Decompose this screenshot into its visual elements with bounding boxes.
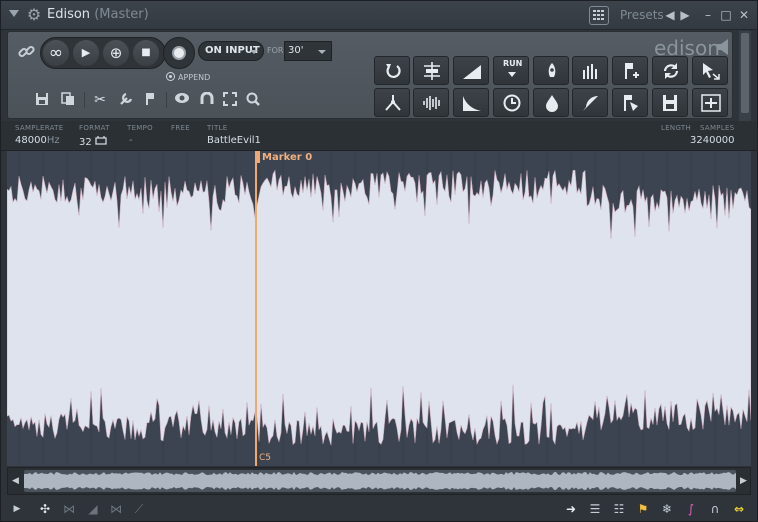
send-to-playlist-button[interactable] (692, 88, 728, 117)
stretch-icon[interactable]: ⇔ (731, 500, 747, 518)
window-title: Edison (Master) (47, 7, 149, 22)
title-bar[interactable]: ⚙ Edison (Master) Presets ◀ ▶ – □ ✕ (1, 1, 757, 30)
snowflake-icon[interactable]: ❄ (659, 500, 675, 518)
gear-icon[interactable]: ⚙ (25, 6, 43, 24)
preset-prev-button[interactable]: ◀ (663, 6, 677, 24)
snap-icon[interactable]: ✣ (37, 500, 53, 518)
noise-button[interactable] (413, 88, 449, 117)
play-selection-icon[interactable]: ▶ (9, 500, 25, 518)
samples-label: SAMPLES (700, 124, 735, 132)
clock-button[interactable] (493, 88, 529, 117)
list-icon[interactable]: ☷ (611, 500, 627, 518)
scroll-right-button[interactable]: ▶ (740, 476, 747, 486)
preset-next-button[interactable]: ▶ (678, 6, 692, 24)
for-label: FOR (267, 46, 284, 55)
radio-icon (166, 72, 175, 81)
play-button[interactable]: ▶ (73, 40, 99, 66)
marker-line[interactable] (255, 151, 257, 466)
copy-icon[interactable] (58, 90, 78, 110)
waveform-view[interactable]: Marker 0 C5 (7, 151, 751, 466)
marker-head[interactable] (255, 151, 260, 163)
append-radio[interactable]: APPEND (166, 72, 210, 82)
trim-icon[interactable]: ⋈ (61, 500, 77, 518)
transport-group: ∞ ▶ ⊕ ■ (40, 37, 166, 69)
waveform-shape (7, 169, 751, 446)
drag-button[interactable] (692, 56, 728, 85)
loop-refresh-button[interactable] (652, 56, 688, 85)
divider (166, 92, 167, 108)
record-button[interactable] (163, 37, 195, 69)
fade-out-button[interactable] (453, 88, 489, 117)
scroll-left-button[interactable]: ◀ (12, 476, 19, 486)
marker-flag-icon[interactable]: ⚑ (635, 500, 651, 518)
panel-scrollbar[interactable] (739, 31, 751, 121)
speaker-icon (716, 38, 730, 56)
marker-note: C5 (259, 453, 272, 463)
loop-button[interactable]: ∞ (43, 40, 69, 66)
stop-button[interactable]: ■ (133, 40, 159, 66)
presets-browser-icon[interactable] (589, 6, 609, 25)
zoom-fit-icon[interactable] (220, 90, 240, 110)
blur-button[interactable] (374, 88, 410, 117)
format-icon (95, 136, 107, 145)
undo-button[interactable] (374, 56, 410, 85)
maximize-button[interactable]: □ (719, 6, 733, 24)
fade-icon[interactable]: ◢ (85, 500, 101, 518)
magnet-icon[interactable] (197, 90, 217, 110)
record-trigger-select[interactable]: ON INPUT (198, 41, 264, 61)
flag-icon[interactable] (140, 90, 160, 110)
slice-button[interactable] (612, 88, 648, 117)
save-to-file-button[interactable] (652, 88, 688, 117)
feather-button[interactable] (572, 88, 608, 117)
envelope-icon[interactable]: ⟋ (131, 500, 147, 518)
overview-scrollbar[interactable]: ◀ ▶ (7, 467, 751, 495)
samplerate-value[interactable]: 48000Hz (15, 135, 60, 146)
bottom-toolbar: ▶ ✣ ⋈ ◢ ⋈ ⟋ ➜ ☰ ☷ ⚑ ❄ ∫ ∩ ⇔ (1, 497, 757, 521)
samplerate-label: SAMPLERATE (15, 124, 64, 132)
arrow-right-icon[interactable]: ➜ (563, 500, 579, 518)
wrench-icon[interactable] (116, 90, 136, 110)
run-button[interactable]: RUN (493, 56, 529, 85)
scissors-icon[interactable]: ✂ (90, 90, 110, 110)
record-mode-button[interactable]: ⊕ (103, 40, 129, 66)
presets-label[interactable]: Presets (620, 8, 664, 22)
free-label: FREE (171, 124, 190, 132)
close-button[interactable]: ✕ (737, 6, 751, 24)
info-bar: SAMPLERATE 48000Hz FORMAT 32 TEMPO - FRE… (1, 121, 757, 151)
samples-value: 3240000 (690, 135, 735, 146)
length-label: LENGTH (661, 124, 692, 132)
control-panel: ∞ ▶ ⊕ ■ ON INPUT FOR 30' APPEND ✂ edison… (7, 31, 733, 119)
headphones-icon[interactable]: ∩ (707, 500, 723, 518)
curve-icon[interactable]: ∫ (683, 500, 699, 518)
fade-in-button[interactable] (453, 56, 489, 85)
eye-icon[interactable] (172, 90, 192, 110)
tempo-label: TEMPO (127, 124, 153, 132)
record-length-select[interactable]: 30' (284, 41, 332, 61)
add-marker-button[interactable] (612, 56, 648, 85)
minimize-button[interactable]: – (701, 6, 715, 24)
drop-button[interactable] (533, 88, 569, 117)
link-icon[interactable] (18, 43, 36, 61)
marker-label[interactable]: Marker 0 (262, 152, 312, 163)
split-icon[interactable]: ⋈ (108, 500, 124, 518)
overview-shape (24, 472, 736, 490)
title-value[interactable]: BattleEvil1 (207, 135, 261, 146)
menu-arrow-icon[interactable] (9, 10, 19, 17)
save-icon[interactable] (32, 90, 52, 110)
waveform-graphic (7, 151, 751, 466)
zoom-icon[interactable] (243, 90, 263, 110)
overview-waveform[interactable] (24, 470, 736, 492)
spectrum-button[interactable] (572, 56, 608, 85)
format-label: FORMAT (79, 124, 110, 132)
normalize-button[interactable] (413, 56, 449, 85)
tempo-value[interactable]: - (129, 135, 133, 146)
edison-window: ⚙ Edison (Master) Presets ◀ ▶ – □ ✕ ∞ ▶ … (0, 0, 758, 522)
divider (84, 92, 85, 108)
rocket-button[interactable] (533, 56, 569, 85)
title-label: TITLE (207, 124, 228, 132)
format-value[interactable]: 32 (79, 135, 107, 148)
align-icon[interactable]: ☰ (587, 500, 603, 518)
